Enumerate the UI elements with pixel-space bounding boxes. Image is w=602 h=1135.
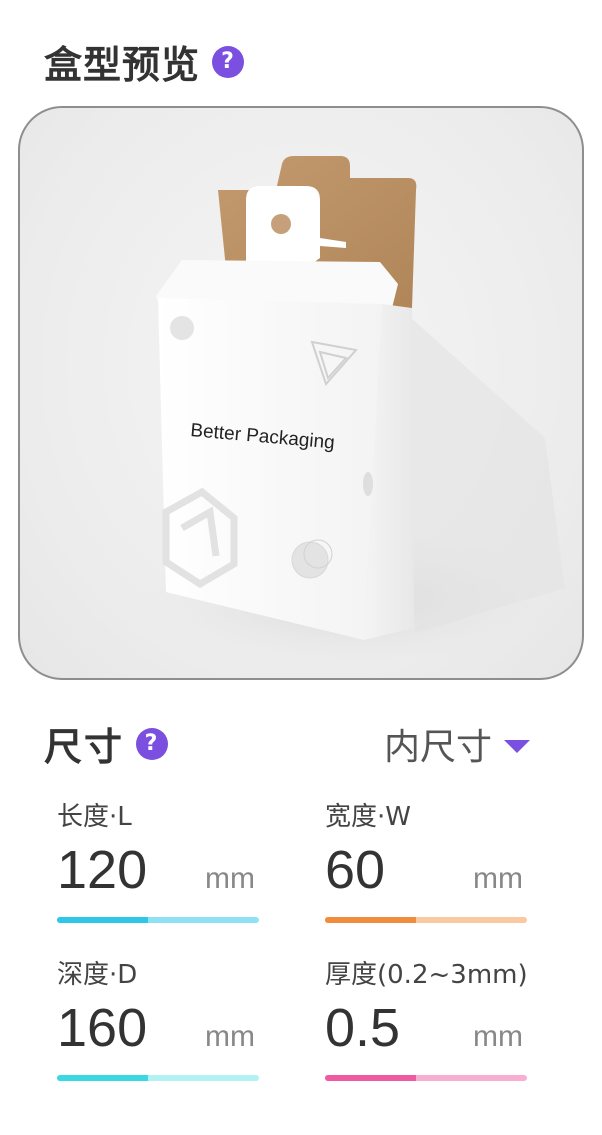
thickness-field: 厚度(0.2~3mm) 0.5 mm xyxy=(325,954,528,1081)
decor-circle-icon xyxy=(291,541,329,579)
preview-section-title: 盒型预览 ? xyxy=(44,34,245,89)
thickness-slider-fill xyxy=(325,1075,416,1081)
size-title-text: 尺寸 xyxy=(44,725,125,769)
box-preview-panel[interactable]: Better Packaging xyxy=(18,106,584,680)
thickness-slider[interactable] xyxy=(325,1075,527,1081)
size-mode-value: 内尺寸 xyxy=(384,727,493,768)
help-icon[interactable]: ? xyxy=(136,727,169,760)
help-icon[interactable]: ? xyxy=(212,45,245,78)
decor-dot-icon xyxy=(170,316,194,340)
preview-title-text: 盒型预览 xyxy=(44,43,201,87)
thickness-value-input[interactable]: 0.5 xyxy=(325,997,400,1059)
depth-slider[interactable] xyxy=(57,1075,259,1081)
length-label: 长度·L xyxy=(57,802,132,832)
thickness-unit: mm xyxy=(473,1020,523,1053)
hang-hole xyxy=(271,214,291,234)
length-value-input[interactable]: 120 xyxy=(57,839,147,901)
width-slider-fill xyxy=(325,917,416,923)
size-mode-dropdown[interactable]: 内尺寸 xyxy=(384,718,531,770)
depth-unit: mm xyxy=(205,1020,255,1053)
width-unit: mm xyxy=(473,862,523,895)
width-label: 宽度·W xyxy=(325,802,411,832)
width-field: 宽度·W 60 mm xyxy=(325,796,527,923)
depth-field: 深度·D 160 mm xyxy=(57,954,259,1081)
depth-label: 深度·D xyxy=(57,960,138,990)
length-unit: mm xyxy=(205,862,255,895)
box-cast-shadow xyxy=(400,308,565,633)
length-field: 长度·L 120 mm xyxy=(57,796,259,923)
side-dot-icon xyxy=(363,472,373,496)
depth-slider-fill xyxy=(57,1075,148,1081)
caret-down-icon xyxy=(504,739,531,753)
length-slider[interactable] xyxy=(57,917,259,923)
depth-value-input[interactable]: 160 xyxy=(57,997,147,1059)
thickness-label: 厚度(0.2~3mm) xyxy=(325,960,528,990)
width-slider[interactable] xyxy=(325,917,527,923)
size-section-title: 尺寸 ? xyxy=(44,716,169,771)
width-value-input[interactable]: 60 xyxy=(325,839,385,901)
box-mockup-image: Better Packaging xyxy=(140,156,565,668)
length-slider-fill xyxy=(57,917,148,923)
